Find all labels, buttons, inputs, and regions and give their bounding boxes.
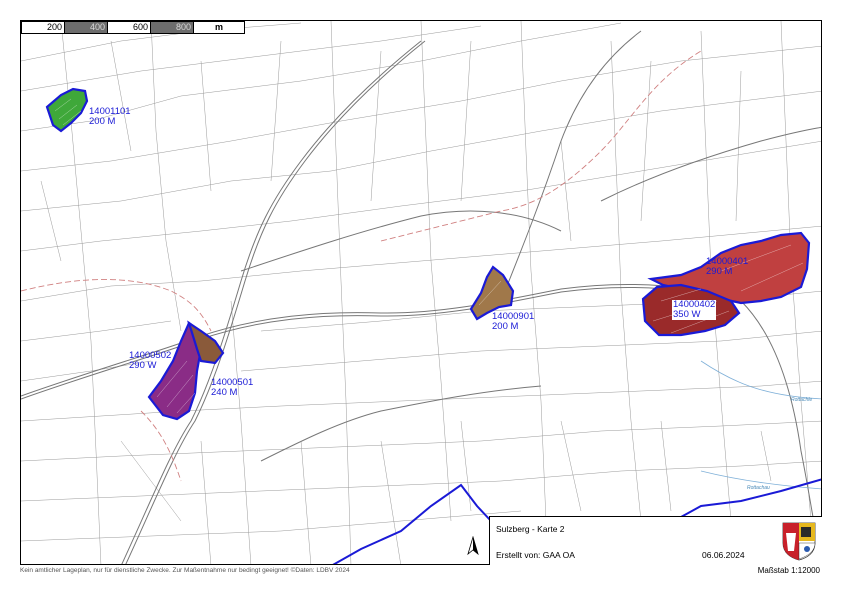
map-title: Sulzberg - Karte 2 (496, 524, 565, 534)
river-label-1: Rottachle (791, 397, 813, 403)
title-box: Sulzberg - Karte 2 Erstellt von: GAA OA … (489, 516, 822, 565)
zone-label-14001101: 14001101 200 M (89, 107, 131, 127)
created-date: 06.06.2024 (702, 550, 745, 560)
coat-of-arms-icon (781, 521, 817, 561)
zone-note: 350 W (673, 309, 701, 320)
river-label-2: Rottachau (747, 485, 770, 491)
disclaimer-text: Kein amtlicher Lageplan, nur für dienstl… (20, 567, 350, 574)
cadastral-map[interactable] (21, 21, 822, 565)
zone-note: 240 M (211, 387, 238, 398)
zone-note: 200 M (492, 321, 519, 332)
zone-note: 290 M (706, 266, 733, 277)
created-by: Erstellt von: GAA OA (496, 550, 575, 560)
zone-label-14000501: 14000501 240 M (211, 378, 253, 398)
map-frame[interactable]: 14001101 200 M 14000901 200 M 14000502 2… (20, 20, 822, 565)
zone-note: 200 M (89, 116, 116, 127)
scale-tick-800: 800 (151, 22, 194, 33)
zone-label-14000402: 14000402 350 W (672, 300, 717, 320)
scale-tick-400: 400 (65, 22, 108, 33)
scale-tick-600: 600 (108, 22, 151, 33)
scale-tick-200: 200 (22, 22, 65, 33)
north-arrow-icon (467, 535, 479, 556)
zone-14001101 (45, 87, 89, 133)
zone-label-14000901: 14000901 200 M (492, 312, 534, 332)
zone-label-14000401: 14000401 290 M (706, 257, 748, 277)
zone-label-14000502: 14000502 290 W (129, 351, 171, 371)
scale-bar: 200 400 600 800 m (21, 21, 245, 34)
zone-note: 290 W (129, 360, 157, 371)
scale-ratio: Maßstab 1:12000 (757, 566, 820, 575)
scale-unit: m (194, 22, 244, 33)
